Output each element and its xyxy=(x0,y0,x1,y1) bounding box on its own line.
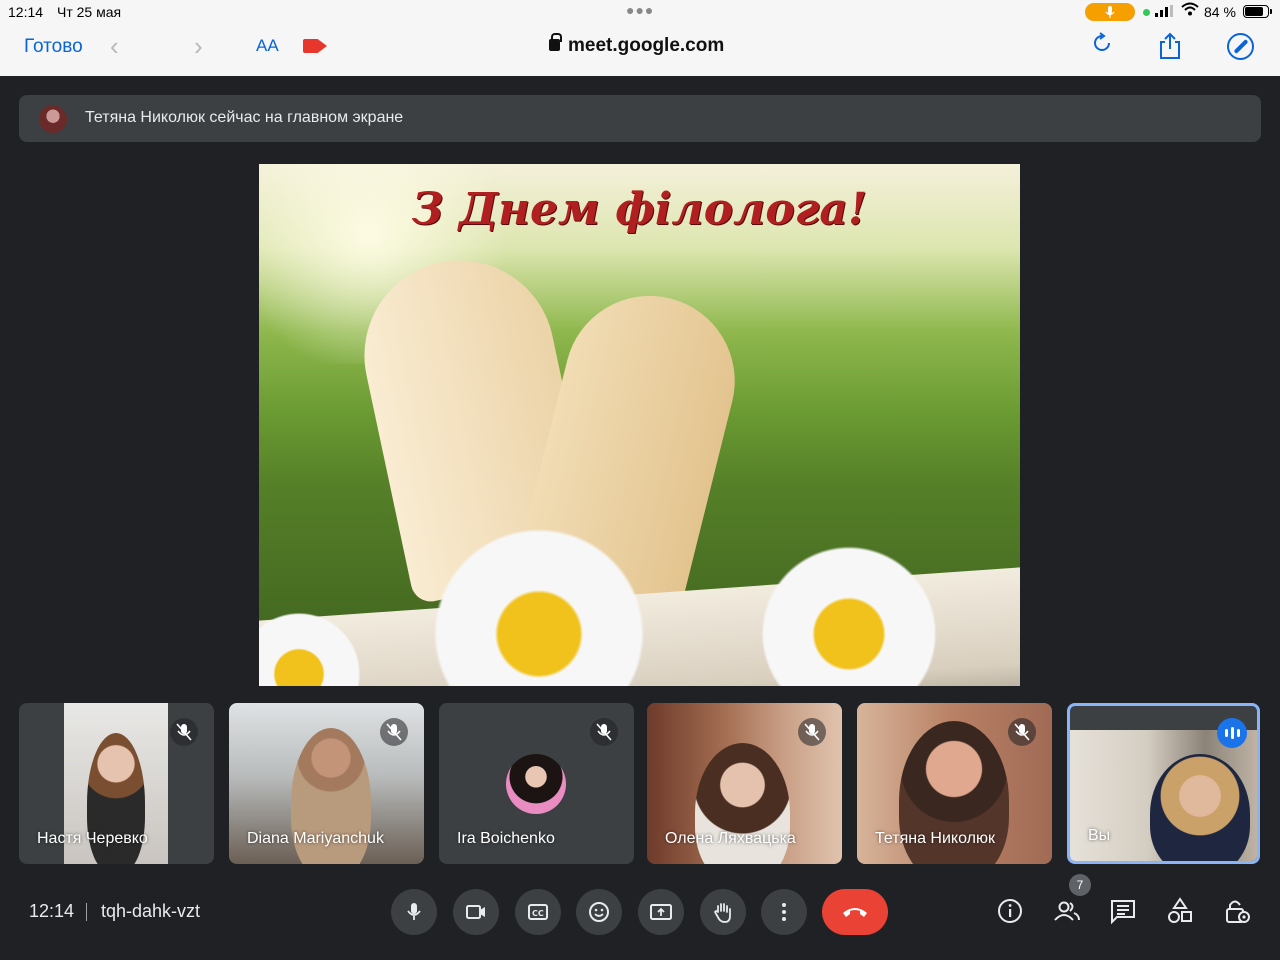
url-text: meet.google.com xyxy=(568,35,725,56)
present-screen-icon xyxy=(650,904,672,920)
mic-in-use-icon xyxy=(1085,3,1135,21)
participant-figure xyxy=(1150,754,1250,861)
participant-name: Олена Ляхвацька xyxy=(665,830,796,847)
reload-icon[interactable] xyxy=(1091,32,1113,61)
participant-tile[interactable]: Олена Ляхвацька xyxy=(647,703,842,864)
participant-name: Вы xyxy=(1088,827,1111,844)
browser-header: 12:14 Чт 25 мая ●●● 84 % Готово ‹ › AA m… xyxy=(0,0,1280,76)
chat-icon xyxy=(1111,900,1135,925)
presenter-avatar xyxy=(39,105,67,133)
mic-off-icon xyxy=(798,718,826,746)
compass-icon[interactable] xyxy=(1227,33,1254,60)
camera-button[interactable] xyxy=(453,889,499,935)
hangup-icon xyxy=(843,908,867,917)
divider xyxy=(86,903,87,921)
mic-off-icon xyxy=(170,718,198,746)
chat-button[interactable] xyxy=(1109,897,1137,925)
status-time: 12:14 xyxy=(8,4,44,20)
share-icon[interactable] xyxy=(1158,32,1182,60)
emoji-icon xyxy=(589,902,609,922)
wifi-icon xyxy=(1181,2,1199,20)
leave-call-button[interactable] xyxy=(822,889,888,935)
camera-icon xyxy=(466,905,485,919)
participant-tile[interactable]: Ira Boichenko xyxy=(439,703,634,864)
info-icon xyxy=(998,899,1022,923)
participant-name: Настя Черевко xyxy=(37,830,148,847)
mic-icon xyxy=(407,903,421,920)
shared-screen[interactable]: З Днем філолога! xyxy=(259,164,1020,686)
text-size-button[interactable]: AA xyxy=(256,36,279,56)
participant-tile[interactable]: Настя Черевко xyxy=(19,703,214,864)
self-tile[interactable]: Вы xyxy=(1067,703,1260,864)
presenting-banner-text: Тетяна Николюк сейчас на главном экране xyxy=(85,109,404,126)
participant-count-badge: 7 xyxy=(1069,874,1091,896)
people-button[interactable] xyxy=(1053,897,1081,925)
mic-off-icon xyxy=(1008,718,1036,746)
activities-button[interactable] xyxy=(1166,897,1194,925)
back-chevron-icon[interactable]: ‹ xyxy=(110,31,119,62)
camera-in-use-indicator xyxy=(1143,9,1150,16)
mic-off-icon xyxy=(380,718,408,746)
done-button[interactable]: Готово xyxy=(24,36,83,58)
forward-chevron-icon[interactable]: › xyxy=(194,31,203,62)
captions-icon: CC xyxy=(528,904,548,920)
battery-percent: 84 % xyxy=(1204,4,1236,20)
present-button[interactable] xyxy=(638,889,684,935)
text-size-label: AA xyxy=(256,36,279,55)
daisy-flower xyxy=(749,534,949,686)
mic-button[interactable] xyxy=(391,889,437,935)
participant-name: Тетяна Николюк xyxy=(875,830,995,847)
emoji-button[interactable] xyxy=(576,889,622,935)
cellular-signal-icon xyxy=(1155,5,1175,17)
presentation-title: З Днем філолога! xyxy=(411,184,868,235)
meeting-clock: 12:14 xyxy=(29,901,75,921)
mic-off-icon xyxy=(590,718,618,746)
battery-fill xyxy=(1245,7,1263,16)
battery-icon xyxy=(1243,5,1269,18)
multitasking-dots-icon[interactable]: ●●● xyxy=(626,2,654,18)
camera-recording-icon[interactable] xyxy=(303,39,319,53)
activities-icon xyxy=(1168,897,1192,923)
host-controls-button[interactable] xyxy=(1224,897,1252,925)
people-icon xyxy=(1054,901,1080,921)
status-date: Чт 25 мая xyxy=(57,4,122,20)
speaking-indicator-icon xyxy=(1217,718,1247,748)
more-options-button[interactable] xyxy=(761,889,807,935)
meeting-code[interactable]: tqh-dahk-vzt xyxy=(101,901,200,922)
raise-hand-button[interactable] xyxy=(700,889,746,935)
participant-tile[interactable]: Тетяна Николюк xyxy=(857,703,1052,864)
battery-tip xyxy=(1270,9,1272,14)
raise-hand-icon xyxy=(713,903,731,923)
host-controls-icon xyxy=(1226,900,1250,923)
participant-tile[interactable]: Diana Mariyanchuk xyxy=(229,703,424,864)
lock-icon xyxy=(549,33,562,51)
info-button[interactable] xyxy=(996,897,1024,925)
participant-name: Diana Mariyanchuk xyxy=(247,830,384,847)
more-options-icon xyxy=(782,903,786,921)
captions-button[interactable]: CC xyxy=(515,889,561,935)
participant-avatar xyxy=(506,754,566,814)
participant-name: Ira Boichenko xyxy=(457,830,555,847)
svg-text:CC: CC xyxy=(532,909,544,918)
presenting-banner: Тетяна Николюк сейчас на главном экране xyxy=(19,95,1261,142)
address-bar[interactable]: meet.google.com xyxy=(549,33,725,57)
